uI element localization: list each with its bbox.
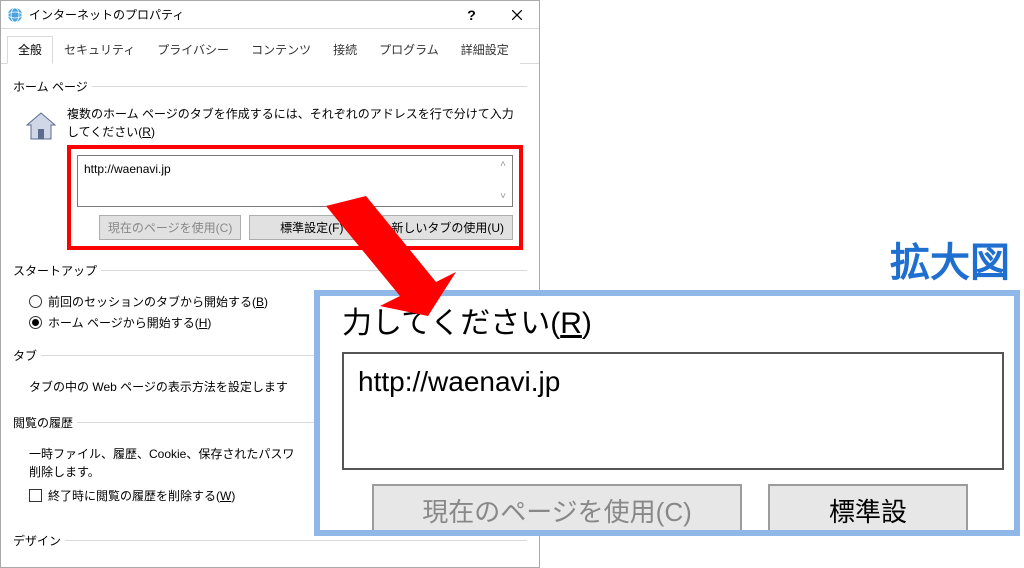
startup-legend: スタートアップ (13, 262, 101, 279)
use-default-button[interactable]: 標準設定(F) (249, 215, 374, 240)
design-legend: デザイン (13, 532, 65, 549)
use-current-button[interactable]: 現在のページを使用(C) (99, 215, 241, 240)
zoom-use-current-button[interactable]: 現在のページを使用(C) (372, 484, 742, 536)
homepage-group: ホーム ページ 複数のホーム ページのタブを作成するには、それぞれのアドレスを行… (13, 78, 527, 254)
homepage-url-input[interactable]: http://waenavi.jp ˄ ˅ (77, 155, 513, 207)
zoom-homepage-url-input[interactable]: http://waenavi.jp (342, 352, 1004, 470)
internet-options-icon (7, 7, 23, 23)
tab-programs[interactable]: プログラム (368, 36, 450, 64)
radio-icon (29, 295, 42, 308)
zoom-label: 拡大図 (890, 230, 1010, 288)
zoom-instruction-fragment: 力してください(R) (342, 298, 1004, 342)
homepage-url-value: http://waenavi.jp (84, 162, 171, 176)
tab-strip: 全般 セキュリティ プライバシー コンテンツ 接続 プログラム 詳細設定 (1, 29, 539, 64)
dialog-title: インターネットのプロパティ (29, 6, 449, 23)
use-newtab-button[interactable]: 新しいタブの使用(U) (382, 215, 513, 240)
homepage-legend: ホーム ページ (13, 78, 92, 95)
zoom-use-default-button[interactable]: 標準設 (768, 484, 968, 536)
close-button[interactable] (494, 1, 539, 29)
startup-home-label: ホーム ページから開始する(H) (48, 314, 211, 331)
home-icon (23, 109, 59, 145)
tab-security[interactable]: セキュリティ (53, 36, 146, 64)
tab-advanced[interactable]: 詳細設定 (450, 36, 520, 64)
radio-checked-icon (29, 316, 42, 329)
tab-content[interactable]: コンテンツ (240, 36, 322, 64)
zoom-url-value: http://waenavi.jp (358, 366, 560, 397)
tab-general[interactable]: 全般 (7, 36, 53, 64)
tab-privacy[interactable]: プライバシー (146, 36, 240, 64)
homepage-instruction: 複数のホーム ページのタブを作成するには、それぞれのアドレスを行で分けて入力して… (67, 105, 523, 141)
zoom-frame: 力してください(R) http://waenavi.jp 現在のページを使用(C… (314, 290, 1020, 536)
delete-on-exit-label: 終了時に閲覧の履歴を削除する(W) (48, 487, 235, 504)
history-legend: 閲覧の履歴 (13, 414, 77, 431)
tabs-legend: タブ (13, 347, 41, 364)
help-button[interactable]: ? (449, 1, 494, 29)
close-icon (512, 10, 522, 20)
startup-prev-label: 前回のセッションのタブから開始する(B) (48, 293, 268, 310)
checkbox-icon (29, 489, 42, 502)
scroll-down-icon[interactable]: ˅ (496, 190, 510, 204)
highlight-frame: http://waenavi.jp ˄ ˅ 現在のページを使用(C) 標準設定(… (67, 145, 523, 250)
titlebar: インターネットのプロパティ ? (1, 1, 539, 29)
tab-connections[interactable]: 接続 (322, 36, 368, 64)
scroll-up-icon[interactable]: ˄ (496, 158, 510, 172)
